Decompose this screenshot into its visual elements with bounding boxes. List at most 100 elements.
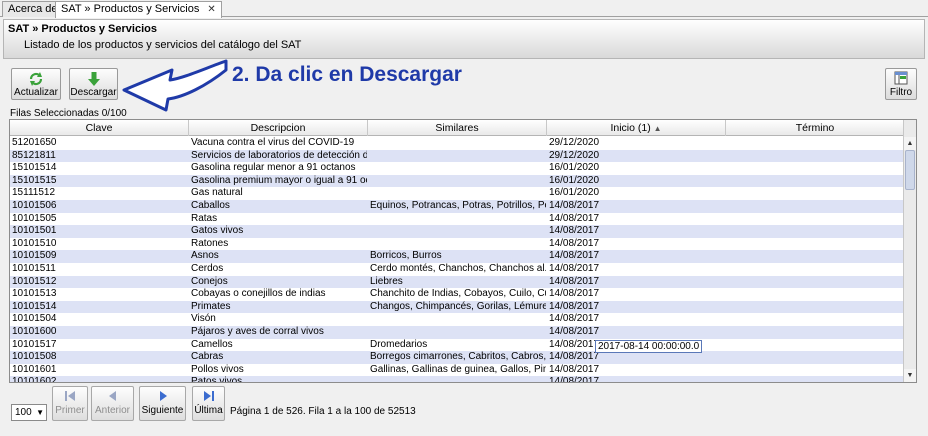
table-row[interactable]: 10101501 Gatos vivos 14/08/2017: [10, 225, 904, 238]
vertical-scrollbar[interactable]: ▲ ▼: [903, 120, 916, 382]
table-row[interactable]: 10101505 Ratas 14/08/2017: [10, 213, 904, 226]
table-row[interactable]: 10101601 Pollos vivos Gallinas, Gallinas d…: [10, 364, 904, 377]
cell-similares: Cerdo montés, Chanchos, Chanchos al...: [370, 262, 546, 274]
filter-button[interactable]: Filtro: [885, 68, 917, 100]
last-page-button[interactable]: Última: [192, 386, 225, 421]
cell-termino: [726, 137, 904, 150]
selected-rows-count: Filas Seleccionadas 0/100: [10, 108, 127, 119]
column-header-termino[interactable]: Término: [726, 120, 904, 136]
cell-termino: [726, 351, 904, 364]
table-row[interactable]: 15111512 Gas natural 16/01/2020: [10, 187, 904, 200]
cell-termino: [726, 238, 904, 251]
close-icon[interactable]: ✕: [207, 4, 215, 15]
cell-inicio: 29/12/2020: [549, 137, 600, 148]
scroll-thumb[interactable]: [905, 150, 915, 190]
annotation-arrow-icon: [122, 59, 228, 112]
tab-label: Acerca de: [8, 3, 58, 15]
cell-inicio: 14/08/2017: [549, 288, 600, 300]
cell-termino: [726, 276, 904, 289]
cell-termino: [726, 213, 904, 226]
table-row[interactable]: 10101514 Primates Changos, Chimpancés, Gor…: [10, 300, 904, 314]
refresh-button[interactable]: Actualizar: [11, 68, 61, 100]
table-row[interactable]: 51201650 Vacuna contra el virus del COVID…: [10, 137, 904, 150]
table-row[interactable]: 10101509 Asnos Borricos, Burros 14/08/2017: [10, 250, 904, 263]
cell-inicio: 14/08/2017: [549, 275, 600, 287]
cell-descripcion: Ratones: [191, 237, 229, 249]
cell-termino: [726, 200, 904, 213]
pagination-bar: 100 ▼ Primer Anterior Siguiente Última P…: [9, 386, 709, 426]
table-row[interactable]: 10101600 Pájaros y aves de corral vivos 14…: [10, 325, 904, 339]
table-row[interactable]: 10101511 Cerdos Cerdo montés, Chanchos, Ch…: [10, 263, 904, 276]
cell-descripcion: Gasolina premium mayor o igual a 91 oc..…: [191, 174, 367, 186]
table-row[interactable]: 10101517 Camellos Dromedarios 14/08/2017: [10, 339, 904, 352]
cell-clave: 10101506: [12, 199, 57, 211]
cell-inicio: 14/08/2017: [549, 262, 600, 274]
cell-clave: 51201650: [12, 137, 57, 148]
page-size-select[interactable]: 100 ▼: [11, 404, 47, 421]
cell-clave: 10101602: [12, 376, 57, 383]
cell-similares: Liebres: [370, 275, 403, 287]
column-header-descripcion[interactable]: Descripcion: [189, 120, 368, 136]
cell-inicio: 14/08/2017: [549, 237, 600, 249]
page-subtitle: Listado de los productos y servicios del…: [24, 39, 302, 51]
column-header-clave[interactable]: Clave: [10, 120, 189, 136]
cell-termino: [726, 376, 904, 382]
table-row[interactable]: 10101504 Visón 14/08/2017: [10, 313, 904, 326]
table-row[interactable]: 15101515 Gasolina premium mayor o igual a…: [10, 174, 904, 188]
table-row[interactable]: 10101506 Caballos Equinos, Potrancas, Potr…: [10, 199, 904, 213]
cell-similares: [368, 137, 546, 150]
column-header-inicio[interactable]: Inicio (1) ▲: [547, 120, 726, 136]
cell-clave: 10101517: [12, 338, 57, 350]
table-row[interactable]: 10101508 Cabras Borregos cimarrones, Cabri…: [10, 351, 904, 364]
cell-clave: 10101501: [12, 225, 57, 237]
cell-clave: 10101512: [12, 275, 57, 287]
next-page-icon: [140, 389, 185, 405]
download-label: Descargar: [70, 87, 117, 98]
tab-label: SAT » Productos y Servicios: [61, 3, 200, 15]
cell-tooltip: 2017-08-14 00:00:00.0: [595, 340, 703, 353]
table-row[interactable]: 10101602 Patos vivos 14/08/2017: [10, 376, 904, 383]
cell-clave: 10101601: [12, 363, 57, 375]
pagination-status: Página 1 de 526. Fila 1 a la 100 de 5251…: [230, 406, 416, 417]
cell-termino: [726, 326, 904, 339]
cell-descripcion: Vacuna contra el virus del COVID-19: [191, 137, 355, 148]
cell-termino: [726, 288, 904, 301]
cell-clave: 10101509: [12, 250, 57, 262]
previous-page-button[interactable]: Anterior: [91, 386, 134, 421]
table-row[interactable]: 10101512 Conejos Liebres 14/08/2017: [10, 275, 904, 289]
scroll-up-icon[interactable]: ▲: [904, 137, 916, 150]
page-size-value: 100: [15, 407, 32, 418]
table-row[interactable]: 10101513 Cobayas o conejillos de indias Ch…: [10, 288, 904, 301]
column-header-similares[interactable]: Similares: [368, 120, 547, 136]
tab-productos-servicios[interactable]: SAT » Productos y Servicios ✕: [55, 1, 222, 18]
table-row[interactable]: 15101514 Gasolina regular menor a 91 octa…: [10, 162, 904, 175]
cell-similares: [368, 376, 546, 382]
cell-descripcion: Camellos: [191, 338, 233, 350]
table-row[interactable]: 10101510 Ratones 14/08/2017: [10, 238, 904, 251]
cell-inicio: 14/08/2017: [549, 199, 600, 211]
cell-clave: 10101508: [12, 351, 57, 363]
cell-inicio: 14/08/2017: [549, 212, 600, 224]
cell-descripcion: Primates: [191, 300, 231, 312]
refresh-label: Actualizar: [14, 87, 58, 98]
cell-similares: [368, 313, 546, 326]
table-row[interactable]: 85121811 Servicios de laboratorios de det…: [10, 149, 904, 163]
cell-termino: [726, 162, 904, 175]
cell-termino: [726, 187, 904, 200]
refresh-icon: [12, 71, 60, 87]
next-page-label: Siguiente: [141, 405, 184, 416]
cell-descripcion: Gas natural: [191, 187, 243, 199]
cell-descripcion: Servicios de laboratorios de detección d…: [191, 149, 367, 161]
cell-descripcion: Gasolina regular menor a 91 octanos: [191, 162, 356, 174]
cell-similares: Changos, Chimpancés, Gorilas, Lémures...: [370, 300, 546, 312]
cell-clave: 85121811: [12, 149, 56, 161]
download-button[interactable]: Descargar: [69, 68, 118, 100]
cell-descripcion: Cabras: [191, 351, 224, 363]
scroll-down-icon[interactable]: ▼: [904, 369, 916, 382]
page-header: SAT » Productos y Servicios Listado de l…: [3, 19, 925, 59]
first-page-icon: [53, 389, 87, 405]
previous-page-label: Anterior: [94, 405, 130, 416]
next-page-button[interactable]: Siguiente: [139, 386, 186, 421]
first-page-button[interactable]: Primer: [52, 386, 88, 421]
cell-clave: 10101504: [12, 313, 57, 325]
